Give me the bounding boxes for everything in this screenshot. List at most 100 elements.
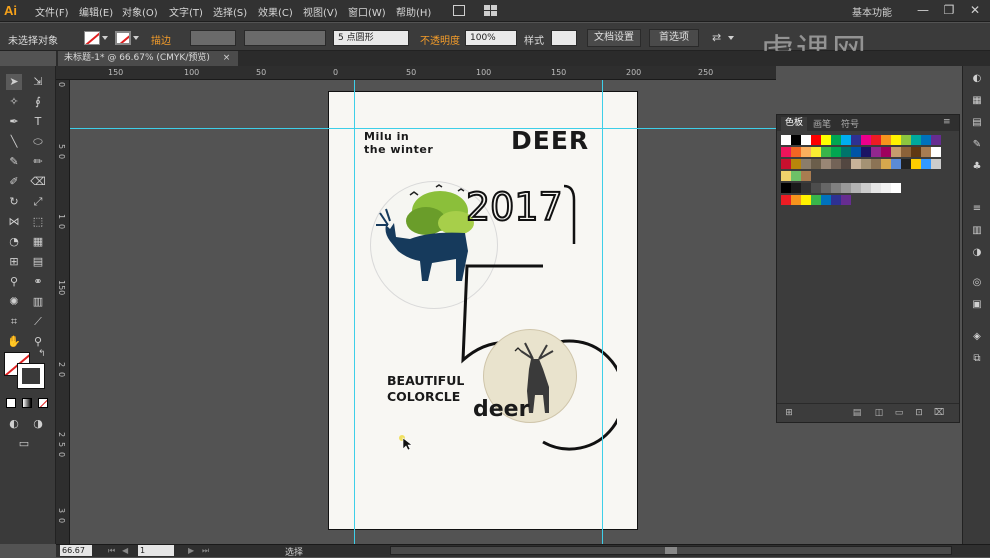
menu-select[interactable]: 选择(S): [213, 4, 247, 19]
type-tool-icon[interactable]: T: [30, 114, 46, 130]
color-swatch[interactable]: [791, 135, 801, 145]
new-swatch-icon[interactable]: ⊡: [913, 407, 925, 419]
color-swatch[interactable]: [911, 147, 921, 157]
blend-tool-icon[interactable]: ⚭: [30, 274, 46, 290]
color-swatch[interactable]: [881, 135, 891, 145]
color-swatch[interactable]: [821, 147, 831, 157]
direct-selection-tool-icon[interactable]: ⇲: [30, 74, 46, 90]
color-swatch[interactable]: [901, 147, 911, 157]
tab-brushes[interactable]: 画笔: [813, 117, 831, 130]
free-transform-tool-icon[interactable]: ⬚: [30, 214, 46, 230]
appearance-panel-icon[interactable]: ◎: [970, 276, 984, 290]
arrange-documents-icon[interactable]: [484, 5, 498, 16]
color-swatch[interactable]: [861, 159, 871, 169]
new-color-group-icon[interactable]: ▭: [893, 407, 905, 419]
color-swatch[interactable]: [851, 159, 861, 169]
brush-definition-dropdown[interactable]: 5 点圆形: [333, 30, 409, 46]
color-swatch[interactable]: [891, 135, 901, 145]
eraser-tool-icon[interactable]: ⌫: [30, 174, 46, 190]
last-artboard-icon[interactable]: ⏭: [202, 546, 209, 556]
swatch-libraries-icon[interactable]: ⊞: [783, 407, 795, 419]
color-swatch[interactable]: [851, 183, 861, 193]
vertical-guide[interactable]: [354, 80, 355, 544]
color-swatch[interactable]: [811, 147, 821, 157]
menu-file[interactable]: 文件(F): [35, 4, 69, 19]
none-mode-icon[interactable]: [38, 398, 48, 408]
color-mode-icon[interactable]: [6, 398, 16, 408]
symbols-panel-icon[interactable]: ♣: [970, 160, 984, 174]
color-swatch[interactable]: [781, 147, 791, 157]
restore-icon[interactable]: ❐: [940, 2, 958, 18]
color-swatch[interactable]: [811, 135, 821, 145]
color-swatch[interactable]: [781, 159, 791, 169]
color-swatch[interactable]: [911, 135, 921, 145]
color-swatch[interactable]: [831, 195, 841, 205]
color-swatch[interactable]: [831, 147, 841, 157]
color-swatch[interactable]: [881, 159, 891, 169]
line-tool-icon[interactable]: ╲: [6, 134, 22, 150]
color-swatch[interactable]: [931, 147, 941, 157]
menu-view[interactable]: 视图(V): [303, 4, 338, 19]
menu-object[interactable]: 对象(O): [122, 4, 158, 19]
preferences-button[interactable]: 首选项: [649, 29, 699, 47]
color-swatch[interactable]: [801, 159, 811, 169]
mesh-tool-icon[interactable]: ⊞: [6, 254, 22, 270]
menu-window[interactable]: 窗口(W): [348, 4, 386, 19]
zoom-tool-icon[interactable]: ⚲: [30, 334, 46, 350]
color-swatch[interactable]: [851, 135, 861, 145]
color-swatch[interactable]: [891, 183, 901, 193]
chevron-down-icon[interactable]: [102, 36, 108, 40]
color-swatch[interactable]: [781, 135, 791, 145]
column-graph-tool-icon[interactable]: ▥: [30, 294, 46, 310]
horizontal-scrollbar[interactable]: [390, 546, 952, 555]
color-swatch[interactable]: [861, 135, 871, 145]
magic-wand-tool-icon[interactable]: ✧: [6, 94, 22, 110]
color-swatch[interactable]: [881, 147, 891, 157]
draw-inside-icon[interactable]: ◑: [30, 416, 46, 432]
show-kinds-icon[interactable]: ▤: [851, 407, 863, 419]
color-swatch[interactable]: [791, 159, 801, 169]
color-swatch[interactable]: [811, 183, 821, 193]
shape-builder-tool-icon[interactable]: ◔: [6, 234, 22, 250]
swap-fill-stroke-icon[interactable]: ↰: [38, 349, 46, 359]
color-swatch[interactable]: [821, 183, 831, 193]
gradient-panel-icon[interactable]: ▥: [970, 224, 984, 238]
color-swatch[interactable]: [811, 159, 821, 169]
draw-mode-icon[interactable]: ◐: [6, 416, 22, 432]
stroke-swatch[interactable]: [115, 31, 131, 45]
color-swatch[interactable]: [831, 135, 841, 145]
color-swatch[interactable]: [891, 159, 901, 169]
opacity-field[interactable]: 100%: [465, 30, 517, 46]
selection-tool-icon[interactable]: ➤: [6, 74, 22, 90]
rotate-tool-icon[interactable]: ↻: [6, 194, 22, 210]
chevron-down-icon[interactable]: [728, 36, 734, 40]
swatches-panel-icon[interactable]: ▤: [970, 116, 984, 130]
variable-width-dropdown[interactable]: [244, 30, 326, 46]
document-setup-button[interactable]: 文档设置: [587, 29, 641, 47]
color-swatch[interactable]: [801, 183, 811, 193]
ellipse-tool-icon[interactable]: ⬭: [30, 134, 46, 150]
color-swatch[interactable]: [931, 135, 941, 145]
graphic-style-dropdown[interactable]: [551, 30, 577, 46]
close-tab-icon[interactable]: ×: [223, 53, 231, 63]
color-swatch[interactable]: [821, 135, 831, 145]
panel-menu-icon[interactable]: ≡: [943, 117, 951, 127]
color-swatch[interactable]: [791, 195, 801, 205]
color-swatch[interactable]: [831, 159, 841, 169]
color-swatch[interactable]: [841, 159, 851, 169]
scrollbar-thumb[interactable]: [665, 547, 677, 554]
swatch-options-icon[interactable]: ◫: [873, 407, 885, 419]
color-swatch[interactable]: [841, 183, 851, 193]
chevron-down-icon[interactable]: [133, 36, 139, 40]
menu-effect[interactable]: 效果(C): [258, 4, 293, 19]
stroke-panel-icon[interactable]: ≡: [970, 202, 984, 216]
color-swatch[interactable]: [791, 171, 801, 181]
color-swatch[interactable]: [891, 147, 901, 157]
color-swatch[interactable]: [871, 159, 881, 169]
color-swatch[interactable]: [901, 159, 911, 169]
vertical-ruler[interactable]: 0 5 0 1 0 150 2 0 2 5 0 3 0: [56, 80, 70, 544]
color-swatch[interactable]: [821, 159, 831, 169]
perspective-grid-tool-icon[interactable]: ▦: [30, 234, 46, 250]
tab-symbols[interactable]: 符号: [841, 117, 859, 130]
minimize-icon[interactable]: —: [914, 2, 932, 18]
